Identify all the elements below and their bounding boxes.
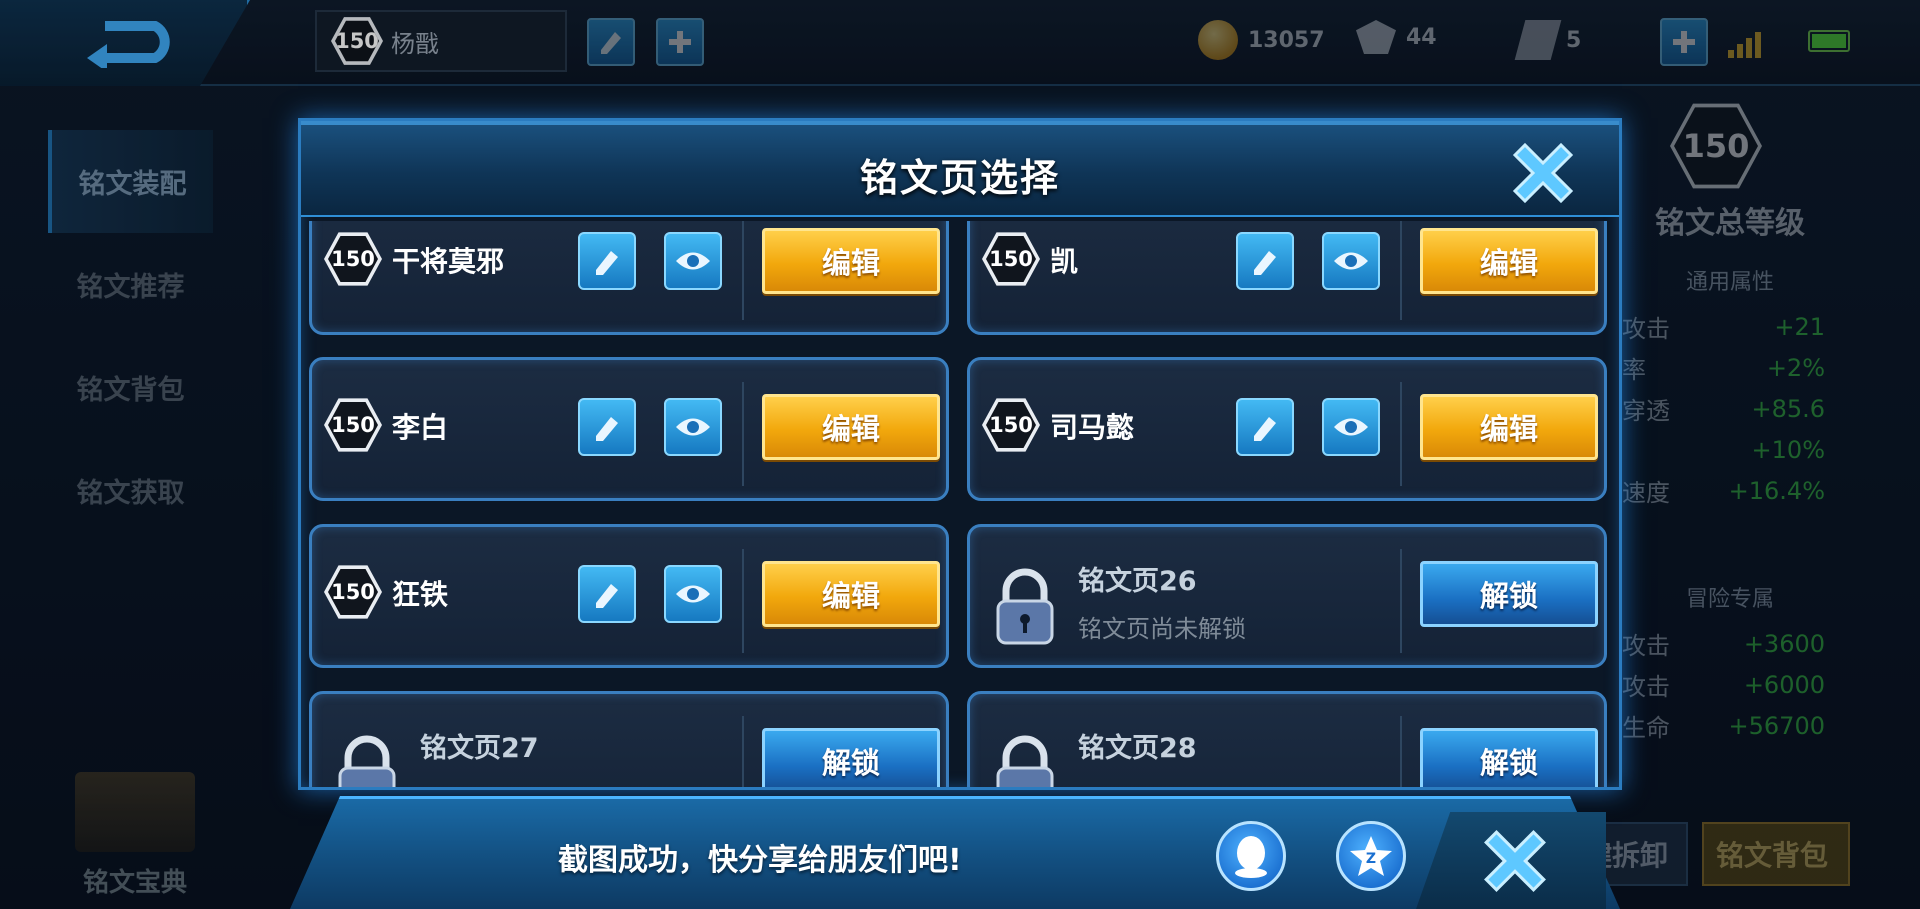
view-page-button[interactable]	[664, 565, 722, 623]
view-page-button[interactable]	[1322, 232, 1380, 290]
unlock-page-button[interactable]: 解锁	[762, 728, 940, 787]
divider	[742, 716, 744, 787]
qzone-share-button[interactable]: Z	[1336, 821, 1406, 891]
locked-rune-page-card: 铭文页27 解锁	[309, 691, 949, 787]
close-icon	[1484, 830, 1546, 892]
unlock-page-button[interactable]: 解锁	[1420, 728, 1598, 787]
rune-page-card: 150 干将莫邪 编辑	[309, 221, 949, 335]
pencil-icon	[1254, 251, 1276, 275]
divider	[742, 382, 744, 486]
divider	[742, 549, 744, 653]
lock-icon	[334, 734, 400, 787]
page-name: 铭文页27	[420, 733, 539, 764]
edit-page-button[interactable]: 编辑	[1420, 228, 1598, 294]
lock-icon	[992, 734, 1058, 787]
page-name: 司马懿	[1050, 411, 1135, 444]
eye-icon	[676, 252, 710, 270]
share-message: 截图成功，快分享给朋友们吧!	[558, 843, 962, 878]
pencil-icon	[596, 251, 618, 275]
rune-page-select-modal: 铭文页选择 150 干将莫邪 编辑 150 凯 编辑 150 李白 编辑 150…	[298, 118, 1622, 790]
edit-page-button[interactable]: 编辑	[1420, 394, 1598, 460]
svg-text:Z: Z	[1366, 851, 1376, 867]
page-name: 干将莫邪	[392, 245, 505, 278]
eye-icon	[1334, 252, 1368, 270]
level-badge: 150	[324, 230, 382, 288]
level-badge: 150	[324, 563, 382, 621]
rename-page-button[interactable]	[578, 232, 636, 290]
level-badge: 150	[324, 396, 382, 454]
page-name: 凯	[1050, 245, 1079, 278]
pencil-icon	[1254, 417, 1276, 441]
edit-page-button[interactable]: 编辑	[762, 228, 940, 294]
divider	[1400, 382, 1402, 486]
close-button[interactable]	[1507, 137, 1579, 209]
divider	[1400, 549, 1402, 653]
page-name: 狂铁	[392, 578, 449, 611]
rune-page-list[interactable]: 150 干将莫邪 编辑 150 凯 编辑 150 李白 编辑 150 司马懿 编…	[309, 221, 1611, 787]
modal-header: 铭文页选择	[301, 121, 1619, 217]
close-icon	[1512, 142, 1574, 204]
level-badge: 150	[982, 396, 1040, 454]
page-name: 铭文页28	[1078, 733, 1197, 764]
divider	[1400, 221, 1402, 320]
view-page-button[interactable]	[1322, 398, 1380, 456]
modal-title: 铭文页选择	[859, 156, 1060, 200]
qq-icon	[1235, 836, 1267, 878]
view-page-button[interactable]	[664, 232, 722, 290]
view-page-button[interactable]	[664, 398, 722, 456]
edit-page-button[interactable]: 编辑	[762, 561, 940, 627]
locked-rune-page-card: 铭文页28 解锁	[967, 691, 1607, 787]
rename-page-button[interactable]	[578, 565, 636, 623]
pencil-icon	[596, 584, 618, 608]
locked-hint: 铭文页尚未解锁	[1078, 615, 1246, 643]
rune-page-card: 150 狂铁 编辑	[309, 524, 949, 668]
rename-page-button[interactable]	[578, 398, 636, 456]
lock-icon	[992, 567, 1058, 651]
eye-icon	[676, 418, 710, 436]
qq-share-button[interactable]	[1216, 821, 1286, 891]
divider	[742, 221, 744, 320]
rename-page-button[interactable]	[1236, 398, 1294, 456]
page-name: 李白	[392, 411, 449, 444]
edit-page-button[interactable]: 编辑	[762, 394, 940, 460]
page-name: 铭文页26	[1078, 566, 1197, 597]
rename-page-button[interactable]	[1236, 232, 1294, 290]
eye-icon	[1334, 418, 1368, 436]
locked-rune-page-card: 铭文页26 铭文页尚未解锁 解锁	[967, 524, 1607, 668]
rune-page-card: 150 李白 编辑	[309, 357, 949, 501]
unlock-page-button[interactable]: 解锁	[1420, 561, 1598, 627]
rune-page-card: 150 司马懿 编辑	[967, 357, 1607, 501]
share-bar: 截图成功，快分享给朋友们吧! Z	[290, 796, 1620, 909]
level-badge: 150	[982, 230, 1040, 288]
qzone-star-icon: Z	[1350, 836, 1392, 876]
divider	[1400, 716, 1402, 787]
rune-page-card: 150 凯 编辑	[967, 221, 1607, 335]
pencil-icon	[596, 417, 618, 441]
eye-icon	[676, 585, 710, 603]
